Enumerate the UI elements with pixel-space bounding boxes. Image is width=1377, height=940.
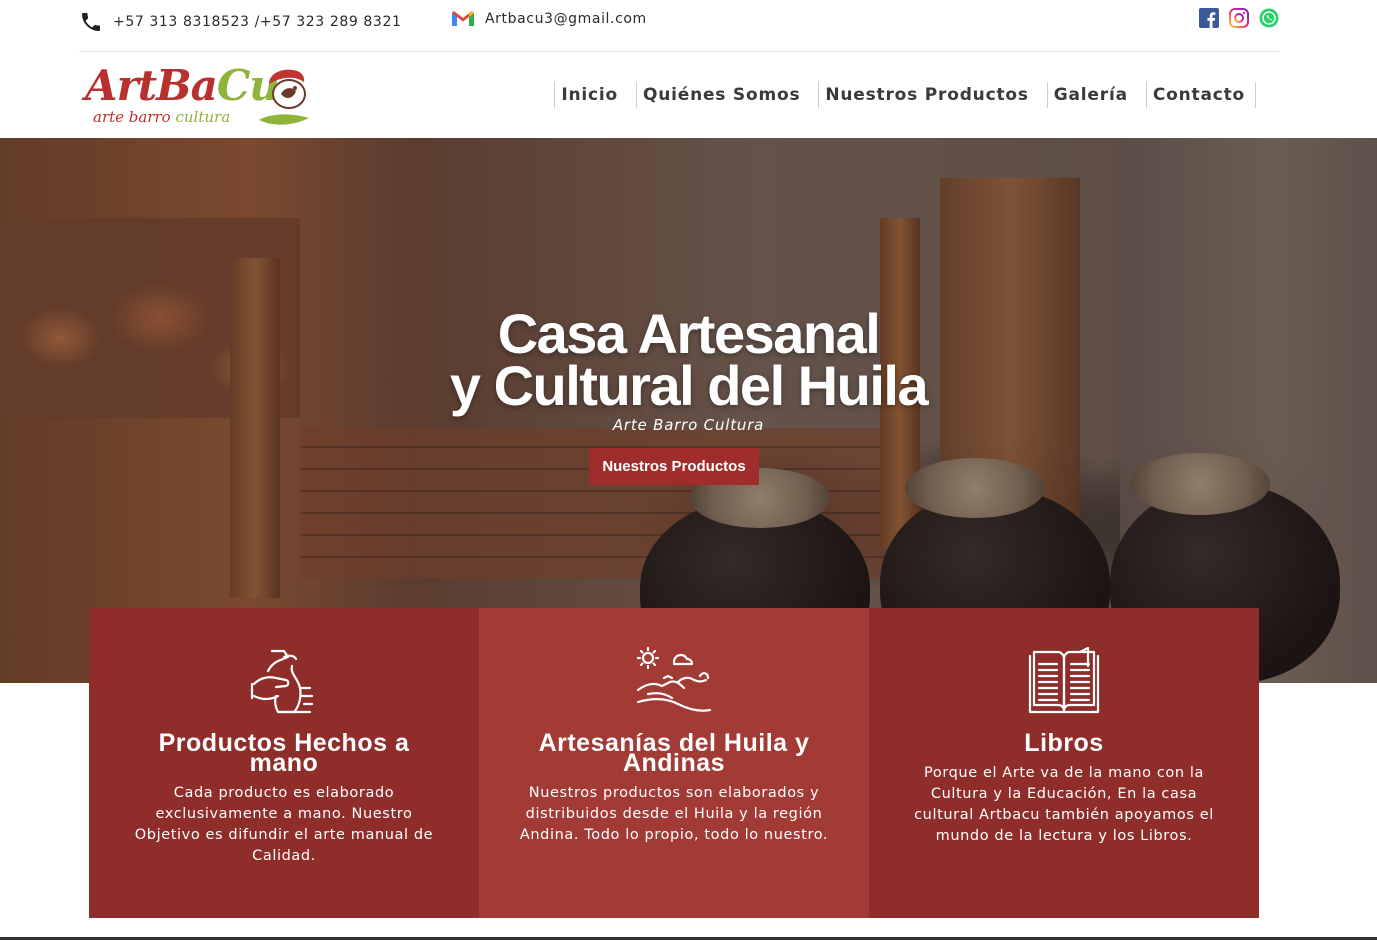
whatsapp-icon[interactable] bbox=[1259, 8, 1279, 28]
feature-card-text: Cada producto es elaborado exclusivament… bbox=[134, 785, 434, 864]
hero-subtitle: Arte Barro Cultura bbox=[612, 416, 765, 434]
logo-mascot-icon bbox=[259, 69, 309, 125]
nav-nuestros-productos[interactable]: Nuestros Productos bbox=[818, 82, 1034, 108]
feature-card-text: Nuestros productos son elaborados y dist… bbox=[519, 785, 829, 843]
feature-card-handmade: Productos Hechos a mano Cada producto es… bbox=[89, 608, 479, 918]
hero-title-line2: y Cultural del Huila bbox=[449, 354, 929, 417]
nav-inicio[interactable]: Inicio bbox=[554, 82, 624, 108]
feature-card-title: Libros bbox=[1024, 729, 1104, 757]
feature-card-books: Libros Porque el Arte va de la mano con … bbox=[869, 608, 1259, 918]
site-header: ArtBaCu arte barro cultura Inicio Quiéne… bbox=[0, 52, 1377, 138]
logo-wordmark: ArtBaCu bbox=[85, 61, 280, 110]
facebook-icon[interactable] bbox=[1199, 8, 1219, 28]
main-nav: Inicio Quiénes Somos Nuestros Productos … bbox=[554, 82, 1256, 108]
pottery-hands-icon bbox=[250, 649, 314, 714]
phone-contact[interactable]: +57 313 8318523 /+57 323 289 8321 bbox=[79, 10, 401, 34]
logo-part-art: Art bbox=[85, 61, 157, 110]
gmail-icon bbox=[451, 10, 475, 28]
feature-card-text: Porque el Arte va de la mano con la Cult… bbox=[914, 765, 1214, 844]
logo-tagline-part2: cultura bbox=[175, 108, 231, 126]
instagram-icon[interactable] bbox=[1229, 8, 1249, 28]
top-bar: +57 313 8318523 /+57 323 289 8321 Artbac… bbox=[0, 0, 1377, 52]
top-bar-inner: +57 313 8318523 /+57 323 289 8321 Artbac… bbox=[79, 0, 1279, 52]
hero-title: Casa Artesanal y Cultural del Huila bbox=[0, 306, 1377, 417]
landscape-icon bbox=[636, 646, 712, 712]
feature-card-title: Artesanías del Huila y Andinas bbox=[538, 729, 810, 777]
email-address: Artbacu3@gmail.com bbox=[485, 11, 647, 27]
feature-card-title: Productos Hechos a mano bbox=[158, 729, 410, 777]
hero-banner: Casa Artesanal y Cultural del Huila Arte… bbox=[0, 138, 1377, 683]
feature-card-huila: Artesanías del Huila y Andinas Nuestros … bbox=[479, 608, 869, 918]
open-book-icon bbox=[1028, 646, 1100, 714]
logo-part-ba: Ba bbox=[156, 61, 218, 110]
phone-numbers: +57 313 8318523 /+57 323 289 8321 bbox=[113, 14, 402, 30]
nav-galeria[interactable]: Galería bbox=[1046, 82, 1134, 108]
nav-quienes-somos[interactable]: Quiénes Somos bbox=[635, 82, 806, 108]
nav-contacto[interactable]: Contacto bbox=[1145, 82, 1256, 108]
feature-cards: Productos Hechos a mano Cada producto es… bbox=[89, 608, 1259, 918]
artbacu-logo[interactable]: ArtBaCu arte barro cultura bbox=[85, 62, 315, 128]
logo-tagline-part1: arte barro bbox=[93, 108, 176, 126]
email-contact[interactable]: Artbacu3@gmail.com bbox=[451, 10, 647, 28]
social-links bbox=[1199, 8, 1279, 28]
phone-icon bbox=[79, 10, 103, 34]
hero-products-button[interactable]: Nuestros Productos bbox=[589, 448, 759, 485]
logo-tagline: arte barro cultura bbox=[93, 108, 230, 126]
